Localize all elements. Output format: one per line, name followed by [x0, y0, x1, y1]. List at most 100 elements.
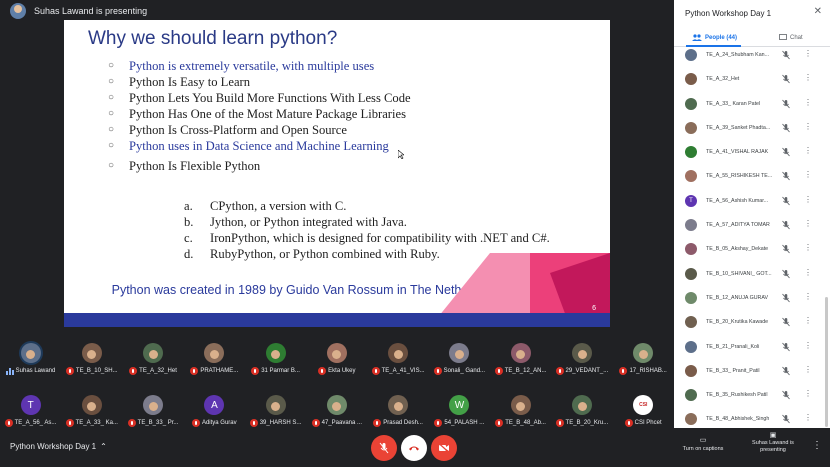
avatar-face: [271, 401, 281, 411]
participant-tile[interactable]: 17_RISHAB...: [613, 343, 674, 379]
mic-off-icon[interactable]: [781, 50, 791, 60]
participant-list-item[interactable]: TE_A_55_RISHIKESH TE... ⋮: [674, 165, 824, 189]
more-options-icon[interactable]: ⋮: [804, 292, 812, 301]
microphone-toggle-button[interactable]: [371, 435, 397, 461]
presenting-button[interactable]: ▣ Suhas Lawand is presenting: [748, 432, 798, 454]
tab-chat[interactable]: Chat: [779, 34, 803, 41]
participant-list-item[interactable]: TE_A_32_Het ⋮: [674, 68, 824, 92]
participant-list-item[interactable]: TE_A_41_VISHAL RAJAK ⋮: [674, 141, 824, 165]
participant-list-item[interactable]: TE_B_05_Akshay_Dekate ⋮: [674, 238, 824, 262]
more-options-icon[interactable]: ⋮: [804, 219, 812, 228]
participant-list-avatar: [685, 49, 697, 61]
participant-avatar: [572, 343, 593, 363]
more-options-icon[interactable]: ⋮: [812, 440, 822, 451]
participant-tile[interactable]: Sonali_ Gand...: [429, 343, 490, 379]
participant-tile[interactable]: W 54_PALASH ...: [429, 395, 490, 431]
participant-list-item[interactable]: TE_A_57_ADITYA TOMAR ⋮: [674, 214, 824, 238]
participant-tile[interactable]: 39_HARSH S...: [245, 395, 306, 431]
more-options-icon[interactable]: ⋮: [804, 73, 812, 82]
participant-tile[interactable]: A Aditya Gurav: [184, 395, 245, 431]
participant-list-item[interactable]: TE_B_20_Krutika Kawade ⋮: [674, 311, 824, 335]
mic-off-icon[interactable]: [781, 293, 791, 303]
participant-name: Prasad Desh...: [383, 420, 423, 426]
mic-off-icon[interactable]: [781, 99, 791, 109]
slide-bullet: Python Is Cross-Platform and Open Source: [108, 122, 598, 138]
more-options-icon[interactable]: ⋮: [804, 146, 812, 155]
more-options-icon[interactable]: ⋮: [804, 341, 812, 350]
more-options-icon[interactable]: ⋮: [804, 268, 812, 277]
participant-list-item[interactable]: TE_B_33_ Pranit_Patil ⋮: [674, 360, 824, 384]
mic-off-icon[interactable]: [781, 123, 791, 133]
participant-tile[interactable]: PRATHAME...: [184, 343, 245, 379]
participant-list-item[interactable]: T TE_A_56_Ashish Kumar... ⋮: [674, 190, 824, 214]
participant-list-item[interactable]: TE_B_10_SHIVANI_ GOT... ⋮: [674, 263, 824, 287]
participant-tile[interactable]: TE_B_12_AN...: [490, 343, 551, 379]
participant-tile[interactable]: Prasad Desh...: [368, 395, 429, 431]
more-options-icon[interactable]: ⋮: [804, 243, 812, 252]
participant-tile[interactable]: TE_A_33_ Ka...: [61, 395, 122, 431]
more-options-icon[interactable]: ⋮: [804, 413, 812, 422]
participant-list-item[interactable]: TE_B_35_Rushikesh Patil ⋮: [674, 384, 824, 408]
more-options-icon[interactable]: ⋮: [804, 98, 812, 107]
close-icon[interactable]: ✕: [814, 6, 822, 17]
participant-tile[interactable]: 31 Parmar B...: [245, 343, 306, 379]
mic-off-icon[interactable]: [781, 220, 791, 230]
participant-list-item[interactable]: TE_B_21_Pranali_Koli ⋮: [674, 336, 824, 360]
participant-list[interactable]: TE_A_24_Shubham Kan... ⋮ TE_A_32_Het ⋮ TE_A_…: [674, 44, 824, 428]
mic-off-icon[interactable]: [781, 317, 791, 327]
participant-list-item[interactable]: TE_B_48_Abhishek_Singh ⋮: [674, 408, 824, 428]
participant-name: 31 Parmar B...: [261, 368, 300, 374]
more-options-icon[interactable]: ⋮: [804, 122, 812, 131]
participant-tile[interactable]: Suhas Lawand: [0, 343, 61, 379]
participant-tile[interactable]: TE_A_32_Het: [123, 343, 184, 379]
participant-name: TE_A_41_VIS...: [381, 368, 425, 374]
participant-tile[interactable]: T TE_A_56_ As...: [0, 395, 61, 431]
slide-bullet: Python Is Flexible Python: [108, 158, 598, 174]
participant-tile[interactable]: Ekta Ukey: [306, 343, 367, 379]
participant-list-name: TE_B_12_ANUJA GURAV: [706, 294, 769, 301]
participant-tile[interactable]: CSI CSI Phcet: [613, 395, 674, 431]
mic-muted-icon: [65, 367, 74, 375]
mic-off-icon[interactable]: [781, 147, 791, 157]
participant-name: Aditya Gurav: [201, 420, 237, 426]
more-options-icon[interactable]: ⋮: [804, 365, 812, 374]
tab-people[interactable]: People (44): [692, 34, 737, 41]
participant-tile[interactable]: TE_A_41_VIS...: [368, 343, 429, 379]
participant-list-avatar: [685, 267, 697, 280]
avatar-face: [87, 401, 97, 411]
participant-tile[interactable]: TE_B_10_SH...: [61, 343, 122, 379]
participant-tile[interactable]: 29_VEDANT_...: [551, 343, 612, 379]
mic-off-icon[interactable]: [781, 74, 791, 84]
captions-button[interactable]: ▭ Turn on captions: [678, 436, 728, 452]
participant-avatar: [510, 395, 531, 415]
mic-off-icon[interactable]: [781, 390, 791, 400]
more-options-icon[interactable]: ⋮: [804, 195, 812, 204]
mic-off-icon[interactable]: [781, 366, 791, 376]
slide-page-number: 6: [592, 305, 596, 312]
participant-tile[interactable]: TE_B_48_Ab...: [490, 395, 551, 431]
mic-muted-icon: [65, 419, 74, 427]
mic-off-icon[interactable]: [781, 171, 791, 181]
mic-off-icon[interactable]: [781, 269, 791, 279]
participant-list-item[interactable]: TE_A_39_Sanket Phadta... ⋮: [674, 117, 824, 141]
more-options-icon[interactable]: ⋮: [804, 170, 812, 179]
more-options-icon[interactable]: ⋮: [804, 316, 812, 325]
participant-tile[interactable]: TE_B_33_ Pr...: [123, 395, 184, 431]
camera-toggle-button[interactable]: [431, 435, 457, 461]
participant-list-scrollbar[interactable]: [825, 297, 828, 427]
mic-off-icon[interactable]: [781, 244, 791, 254]
leave-call-button[interactable]: [401, 435, 427, 461]
mic-off-icon[interactable]: [781, 196, 791, 206]
participant-list-item[interactable]: TE_B_12_ANUJA GURAV ⋮: [674, 287, 824, 311]
presenter-banner-text: Suhas Lawand is presenting: [34, 6, 148, 16]
slide-sub-item: a. CPython, a version with C.: [184, 198, 604, 214]
participant-list-item[interactable]: TE_A_24_Shubham Kan... ⋮: [674, 44, 824, 68]
participant-tile[interactable]: TE_B_20_Kru...: [551, 395, 612, 431]
mic-off-icon[interactable]: [781, 342, 791, 352]
more-options-icon[interactable]: ⋮: [804, 389, 812, 398]
meeting-details-button[interactable]: Python Workshop Day 1 ⌃: [10, 442, 107, 451]
participant-list-item[interactable]: TE_A_33_ Karan Patel ⋮: [674, 93, 824, 117]
participant-tile[interactable]: 47_Paavana ...: [306, 395, 367, 431]
more-options-icon[interactable]: ⋮: [804, 49, 812, 58]
mic-off-icon[interactable]: [781, 414, 791, 424]
